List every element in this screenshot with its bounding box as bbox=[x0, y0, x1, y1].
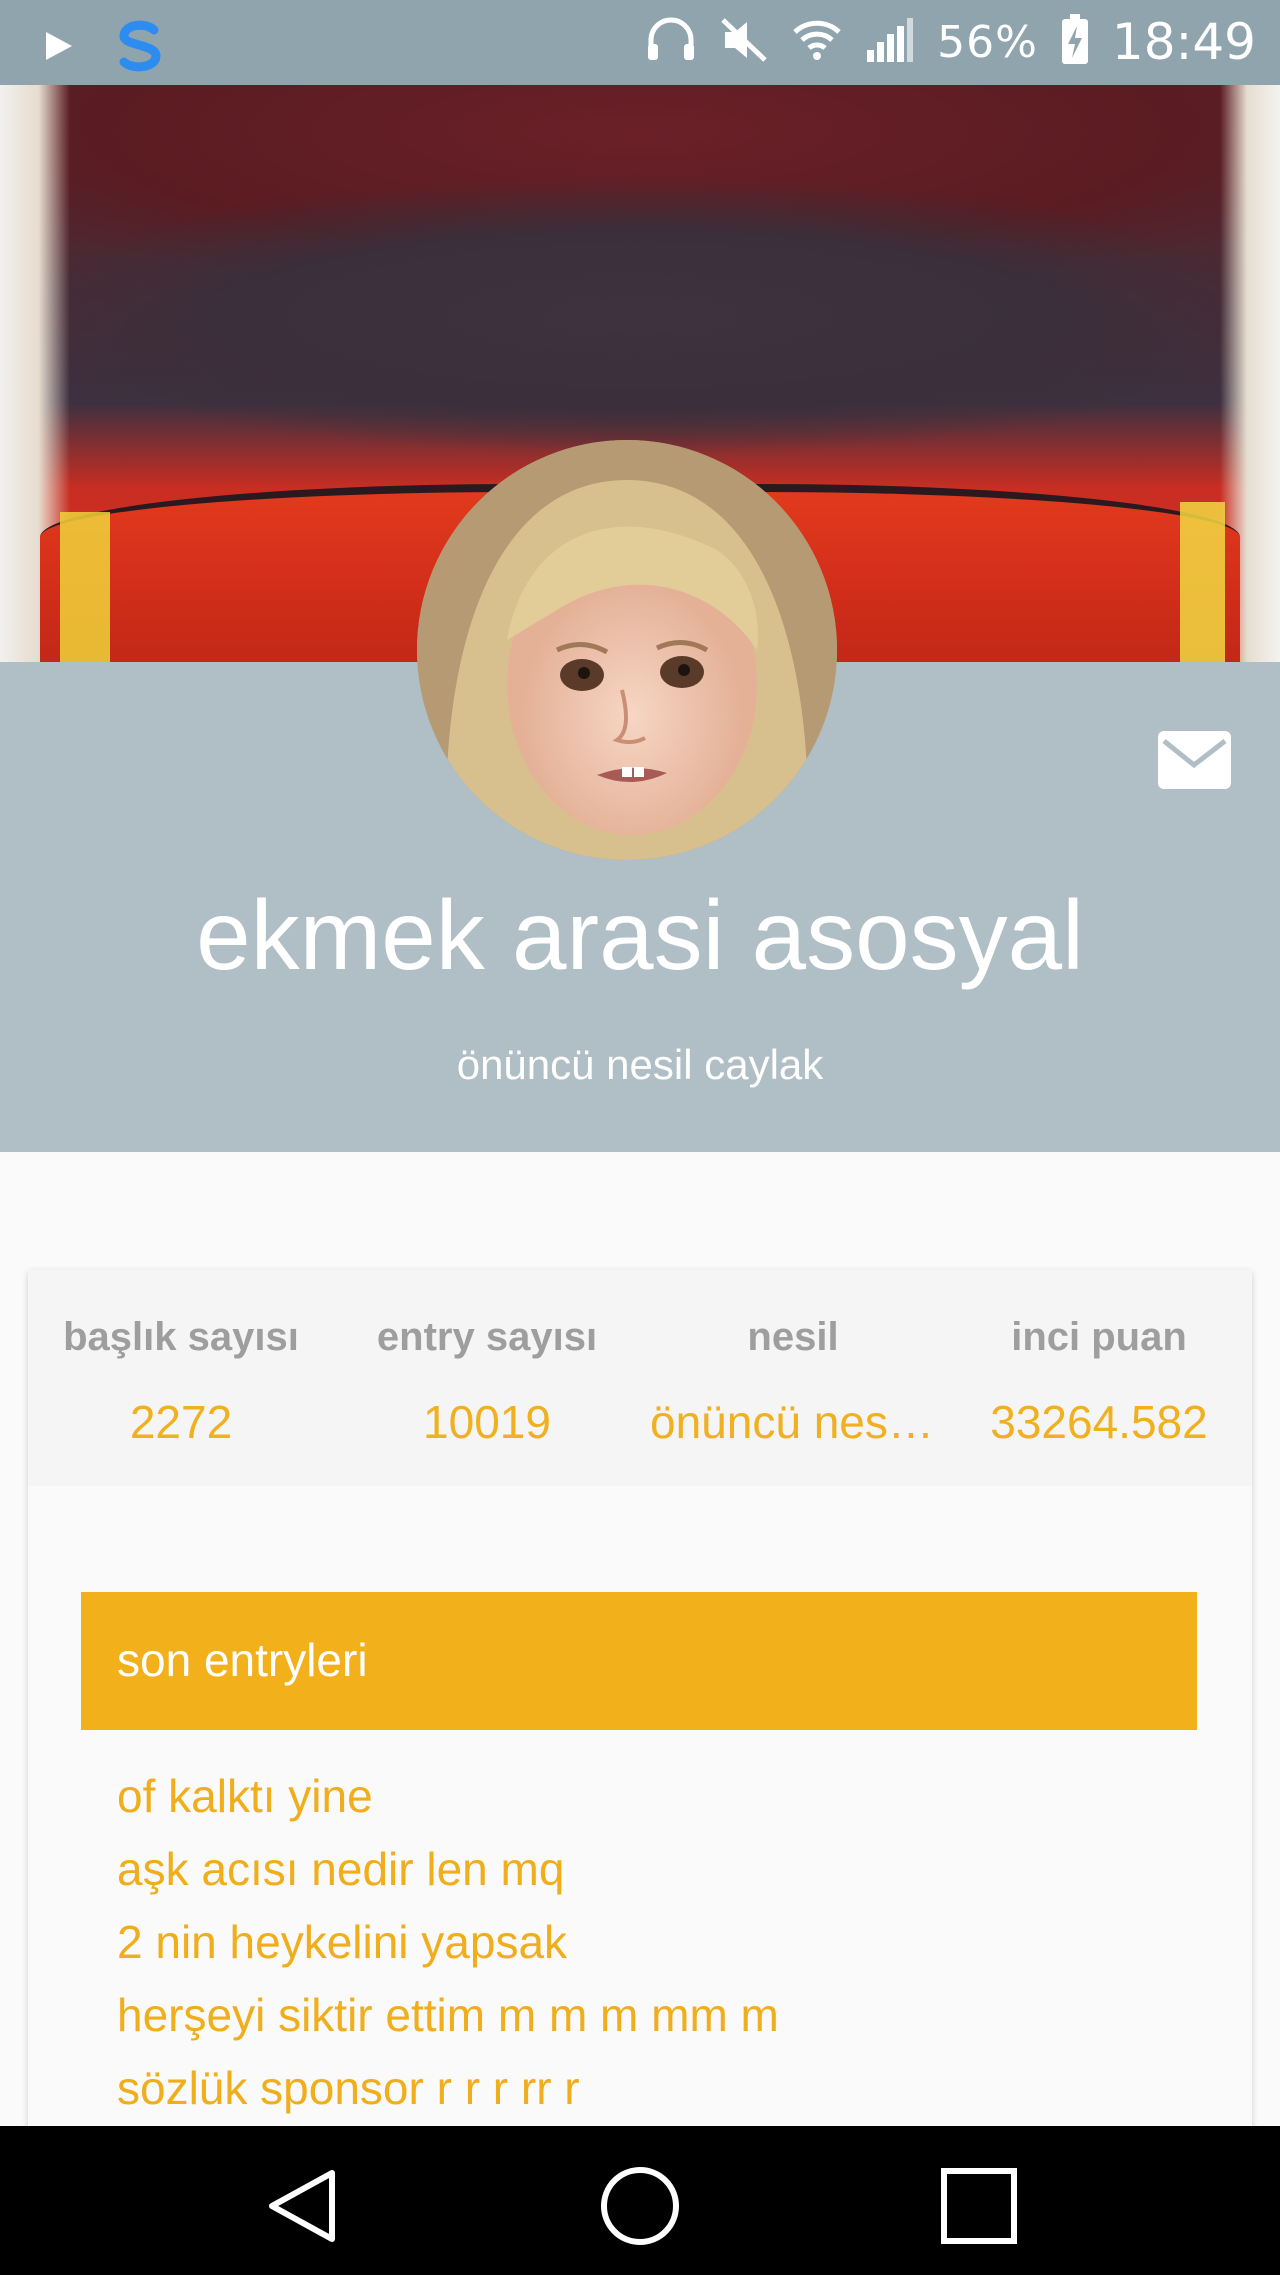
recent-entries-header: son entryleri bbox=[81, 1592, 1197, 1730]
send-message-button[interactable] bbox=[1158, 731, 1231, 789]
stat-label: inci puan bbox=[1011, 1315, 1187, 1359]
entry-link[interactable]: 2 nin heykelini yapsak bbox=[117, 1906, 779, 1979]
status-bar: 56% 18:49 bbox=[0, 0, 1280, 85]
stat-label: başlık sayısı bbox=[63, 1315, 299, 1359]
profile-card: başlık sayısı 2272 entry sayısı 10019 ne… bbox=[28, 1270, 1252, 2275]
battery-percent: 56% bbox=[937, 16, 1038, 68]
entry-link[interactable]: sözlük sponsor r r r rr r bbox=[117, 2052, 779, 2125]
stat-value: 33264.582 bbox=[990, 1396, 1208, 1448]
home-icon bbox=[601, 2167, 679, 2245]
clock: 18:49 bbox=[1111, 13, 1256, 71]
entry-link[interactable]: of kalktı yine bbox=[117, 1760, 779, 1833]
recent-entries-title: son entryleri bbox=[117, 1634, 368, 1686]
stat-label: entry sayısı bbox=[376, 1315, 598, 1359]
mail-icon bbox=[1162, 739, 1227, 769]
stat-value: 10019 bbox=[423, 1396, 551, 1448]
home-button[interactable] bbox=[595, 2161, 685, 2251]
cover-yellow-right bbox=[1180, 502, 1225, 662]
stat-value: önüncü nesil caylak bbox=[650, 1396, 946, 1448]
profile-tagline: önüncü nesil caylak bbox=[456, 1041, 824, 1088]
navigation-bar bbox=[0, 2126, 1280, 2275]
recents-icon bbox=[941, 2168, 1017, 2244]
profile-username: ekmek arasi asosyal bbox=[196, 880, 1084, 990]
battery-charging-icon bbox=[1060, 13, 1090, 71]
stat-baslik-sayisi: başlık sayısı 2272 bbox=[28, 1270, 334, 1486]
recent-entries-list: of kalktı yine aşk acısı nedir len mq 2 … bbox=[117, 1760, 779, 2125]
cover-yellow-left bbox=[60, 512, 110, 662]
avatar[interactable] bbox=[417, 440, 837, 860]
entry-link[interactable]: herşeyi siktir ettim m m m mm m bbox=[117, 1979, 779, 2052]
stat-value: 2272 bbox=[129, 1396, 233, 1448]
headset-icon bbox=[645, 16, 697, 69]
entry-link[interactable]: aşk acısı nedir len mq bbox=[117, 1833, 779, 1906]
wifi-icon bbox=[791, 18, 843, 67]
recents-button[interactable] bbox=[934, 2161, 1024, 2251]
stat-nesil: nesil önüncü nesil caylak bbox=[640, 1270, 946, 1486]
back-icon bbox=[269, 2170, 335, 2242]
play-icon bbox=[40, 28, 76, 69]
s-app-icon bbox=[110, 16, 170, 81]
stat-entry-sayisi: entry sayısı 10019 bbox=[334, 1270, 640, 1486]
signal-icon bbox=[865, 16, 915, 69]
stat-inci-puan: inci puan 33264.582 bbox=[946, 1270, 1252, 1486]
stats-row: başlık sayısı 2272 entry sayısı 10019 ne… bbox=[28, 1270, 1252, 1486]
stat-label: nesil bbox=[747, 1315, 839, 1359]
mute-icon bbox=[719, 16, 769, 69]
back-button[interactable] bbox=[258, 2161, 348, 2251]
